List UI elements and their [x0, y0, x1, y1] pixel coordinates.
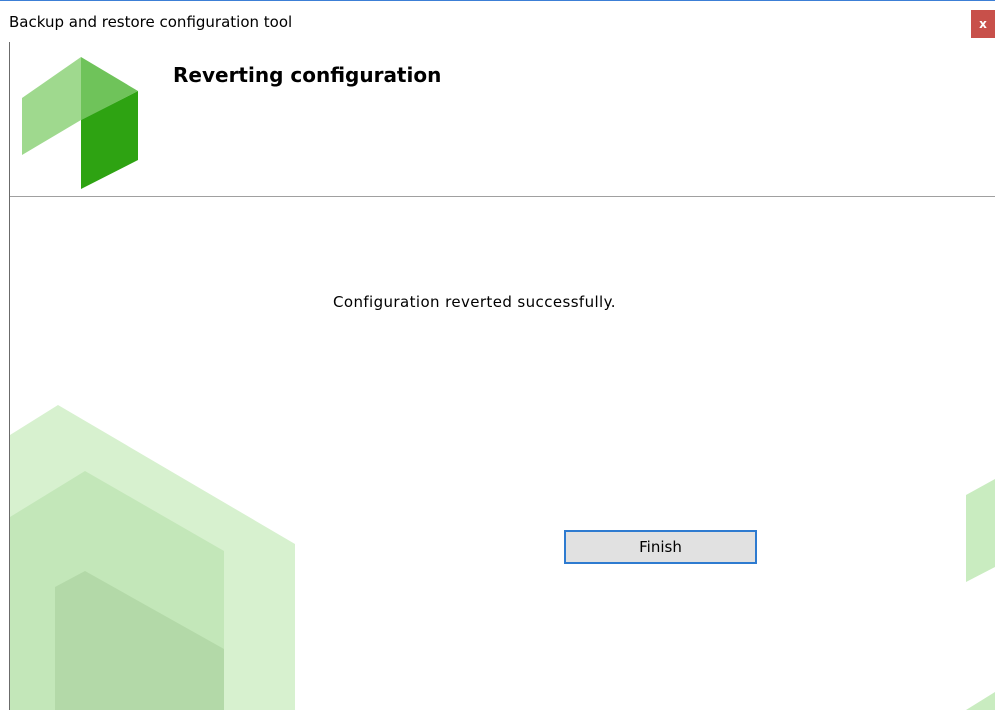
green-hexagon-logo-icon	[22, 57, 138, 189]
background-hexagons	[10, 405, 995, 710]
dialog-window: Backup and restore configuration tool x …	[0, 0, 995, 710]
title-bar[interactable]: Backup and restore configuration tool x	[0, 0, 995, 41]
window-title: Backup and restore configuration tool	[9, 13, 293, 31]
content-area	[10, 197, 995, 710]
page-title: Reverting configuration	[173, 63, 442, 87]
bg-hex-right-bottom	[966, 692, 995, 710]
finish-button[interactable]: Finish	[564, 530, 757, 564]
finish-button-label: Finish	[639, 538, 682, 556]
logo-light-face	[22, 57, 81, 155]
close-icon: x	[979, 17, 987, 31]
header-panel	[10, 42, 995, 196]
close-button[interactable]: x	[971, 10, 995, 38]
bg-hex-right-top	[966, 479, 995, 582]
status-message: Configuration reverted successfully.	[333, 293, 616, 311]
